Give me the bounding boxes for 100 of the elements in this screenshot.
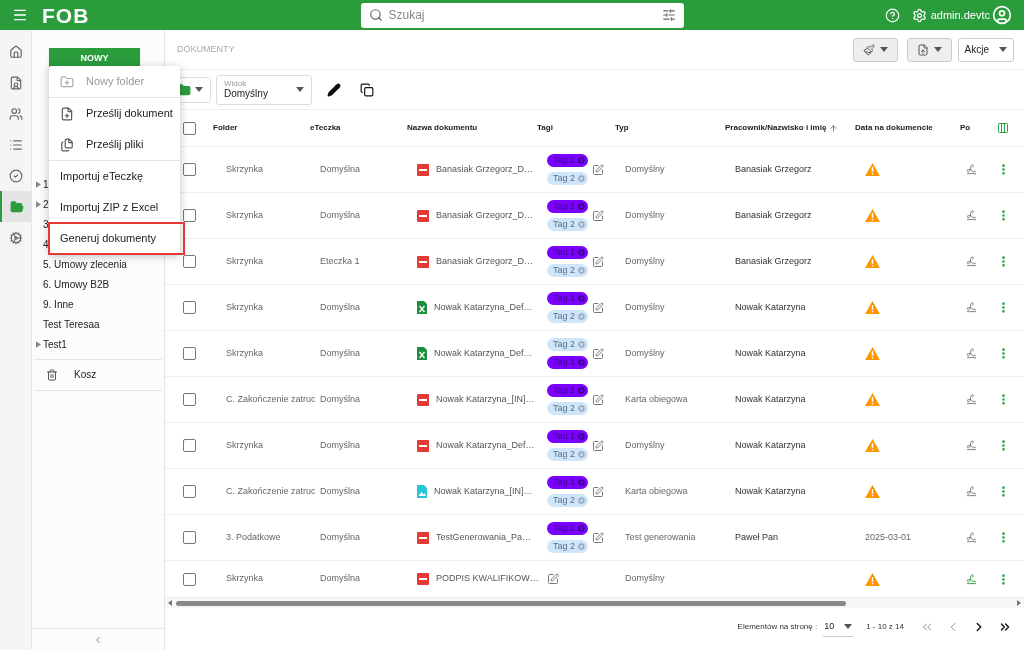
column-header[interactable]: Typ bbox=[615, 122, 629, 134]
tag-chip[interactable]: Tag 2 bbox=[547, 264, 589, 277]
edit-tags-icon[interactable] bbox=[592, 531, 605, 544]
tag-chip[interactable]: Tag 2 bbox=[547, 310, 589, 323]
checkbox[interactable] bbox=[182, 485, 196, 498]
folder-tree-item[interactable]: Test1 bbox=[33, 337, 67, 353]
folder-tree-item[interactable]: 1 bbox=[33, 177, 49, 193]
tag-chip[interactable]: Tag 2 bbox=[547, 540, 589, 553]
document-name[interactable]: Banasiak Grzegorz_D… bbox=[436, 254, 534, 269]
help-icon[interactable] bbox=[884, 7, 900, 23]
columns-icon[interactable] bbox=[997, 122, 1009, 134]
remove-icon[interactable] bbox=[577, 202, 587, 211]
remove-icon[interactable] bbox=[577, 248, 587, 257]
checkbox[interactable] bbox=[182, 393, 196, 406]
edit-tags-icon[interactable] bbox=[547, 573, 559, 585]
folder-tree-item[interactable]: 4 bbox=[33, 237, 49, 253]
edit-icon[interactable] bbox=[327, 82, 341, 97]
folder-tree-item[interactable]: Test Teresaa bbox=[33, 317, 100, 333]
column-header[interactable]: eTeczka bbox=[310, 122, 341, 134]
checkbox[interactable] bbox=[182, 209, 196, 222]
tag-chip[interactable]: Tag 2 bbox=[547, 402, 589, 415]
trash-item[interactable]: Kosz bbox=[74, 367, 97, 383]
scroll-right-icon[interactable] bbox=[1017, 600, 1021, 606]
brush-dropdown-button[interactable] bbox=[852, 37, 898, 62]
tag-chip[interactable]: Tag 2 bbox=[547, 172, 589, 185]
signature-icon[interactable] bbox=[965, 164, 977, 175]
menu-item[interactable]: Prześlij dokument bbox=[49, 98, 180, 129]
user-name[interactable]: admin.devtc bbox=[930, 6, 990, 24]
remove-icon[interactable] bbox=[577, 358, 587, 367]
document-name[interactable]: Nowak Katarzyna_[IN]… bbox=[434, 484, 533, 499]
signature-icon[interactable] bbox=[965, 486, 977, 497]
checkbox[interactable] bbox=[182, 572, 196, 586]
tag-chip[interactable]: Tag 2 bbox=[547, 218, 589, 231]
document-name[interactable]: PODPIS KWALIFIKOW… bbox=[436, 572, 539, 586]
remove-icon[interactable] bbox=[577, 478, 587, 487]
edit-tags-icon[interactable] bbox=[592, 255, 605, 268]
document-name[interactable]: TestGenerowania_Pa… bbox=[436, 530, 532, 545]
edit-tags-icon[interactable] bbox=[592, 209, 605, 222]
signature-icon[interactable] bbox=[965, 210, 977, 221]
menu-item[interactable]: Importuj ZIP z Excel bbox=[49, 192, 180, 223]
folder-tree-item[interactable]: 9. Inne bbox=[33, 297, 74, 313]
upload-dropdown-button[interactable] bbox=[906, 37, 952, 62]
scroll-left-icon[interactable] bbox=[168, 600, 172, 606]
folder-tree-item[interactable]: 5. Umowy zlecenia bbox=[33, 257, 127, 273]
edit-tags-icon[interactable] bbox=[592, 163, 605, 176]
account-icon[interactable] bbox=[992, 5, 1012, 25]
checkbox[interactable] bbox=[182, 301, 196, 314]
document-name[interactable]: Banasiak Grzegorz_D… bbox=[436, 208, 534, 223]
menu-item[interactable]: Generuj dokumenty bbox=[49, 223, 184, 254]
nav-item[interactable] bbox=[0, 191, 31, 222]
search-input[interactable]: Szukaj bbox=[388, 6, 656, 24]
filter-icon[interactable] bbox=[661, 8, 676, 22]
signature-icon[interactable] bbox=[965, 394, 977, 405]
column-header[interactable]: Data na dokumencie bbox=[855, 122, 933, 134]
last-page-icon[interactable] bbox=[998, 620, 1012, 634]
remove-icon[interactable] bbox=[577, 386, 587, 395]
tag-chip[interactable]: Tag 2 bbox=[547, 448, 589, 461]
checkbox[interactable] bbox=[182, 347, 196, 360]
page-size-select[interactable]: 10 bbox=[823, 617, 854, 637]
scrollbar-thumb[interactable] bbox=[176, 600, 846, 606]
remove-icon[interactable] bbox=[577, 432, 587, 441]
checkbox[interactable] bbox=[182, 531, 196, 544]
checkbox[interactable] bbox=[182, 255, 196, 268]
column-header[interactable]: Nazwa dokumentu bbox=[407, 122, 478, 134]
signature-icon[interactable] bbox=[965, 302, 977, 313]
folder-tree-item[interactable]: 3 bbox=[33, 217, 49, 233]
document-name[interactable]: Nowak Katarzyna_[IN]… bbox=[436, 392, 535, 407]
signature-icon[interactable] bbox=[965, 532, 977, 543]
tag-chip[interactable]: Tag 2 bbox=[547, 494, 589, 507]
signature-icon[interactable] bbox=[965, 573, 977, 585]
horizontal-scrollbar[interactable] bbox=[165, 598, 1024, 608]
checkbox[interactable] bbox=[182, 121, 196, 135]
menu-item[interactable]: Importuj eTeczkę bbox=[49, 161, 180, 192]
signature-icon[interactable] bbox=[965, 348, 977, 359]
checkbox[interactable] bbox=[182, 439, 196, 452]
sort-icon[interactable] bbox=[829, 123, 839, 133]
edit-tags-icon[interactable] bbox=[592, 347, 605, 360]
edit-tags-icon[interactable] bbox=[592, 439, 605, 452]
remove-icon[interactable] bbox=[577, 294, 587, 303]
document-name[interactable]: Nowak Katarzyna_Def… bbox=[436, 438, 535, 453]
column-header[interactable]: Folder bbox=[213, 122, 238, 134]
menu-item[interactable]: Prześlij pliki bbox=[49, 129, 180, 160]
edit-tags-icon[interactable] bbox=[592, 393, 605, 406]
column-header[interactable]: Po bbox=[960, 122, 971, 134]
trash-icon[interactable] bbox=[46, 368, 58, 381]
edit-tags-icon[interactable] bbox=[592, 485, 605, 498]
collapse-icon[interactable] bbox=[93, 634, 103, 645]
column-header[interactable]: Tagi bbox=[537, 122, 553, 134]
expand-icon[interactable] bbox=[35, 181, 41, 189]
signature-icon[interactable] bbox=[965, 440, 977, 451]
expand-icon[interactable] bbox=[35, 341, 41, 349]
menu-icon[interactable] bbox=[12, 7, 28, 23]
search-field[interactable]: Szukaj bbox=[360, 2, 684, 28]
folder-tree-item[interactable]: 6. Umowy B2B bbox=[33, 277, 110, 293]
signature-icon[interactable] bbox=[965, 256, 977, 267]
folder-tree-item[interactable]: 2 bbox=[33, 197, 49, 213]
checkbox[interactable] bbox=[182, 163, 196, 176]
edit-tags-icon[interactable] bbox=[592, 301, 605, 314]
remove-icon[interactable] bbox=[577, 524, 587, 533]
document-name[interactable]: Nowak Katarzyna_Def… bbox=[434, 300, 533, 315]
